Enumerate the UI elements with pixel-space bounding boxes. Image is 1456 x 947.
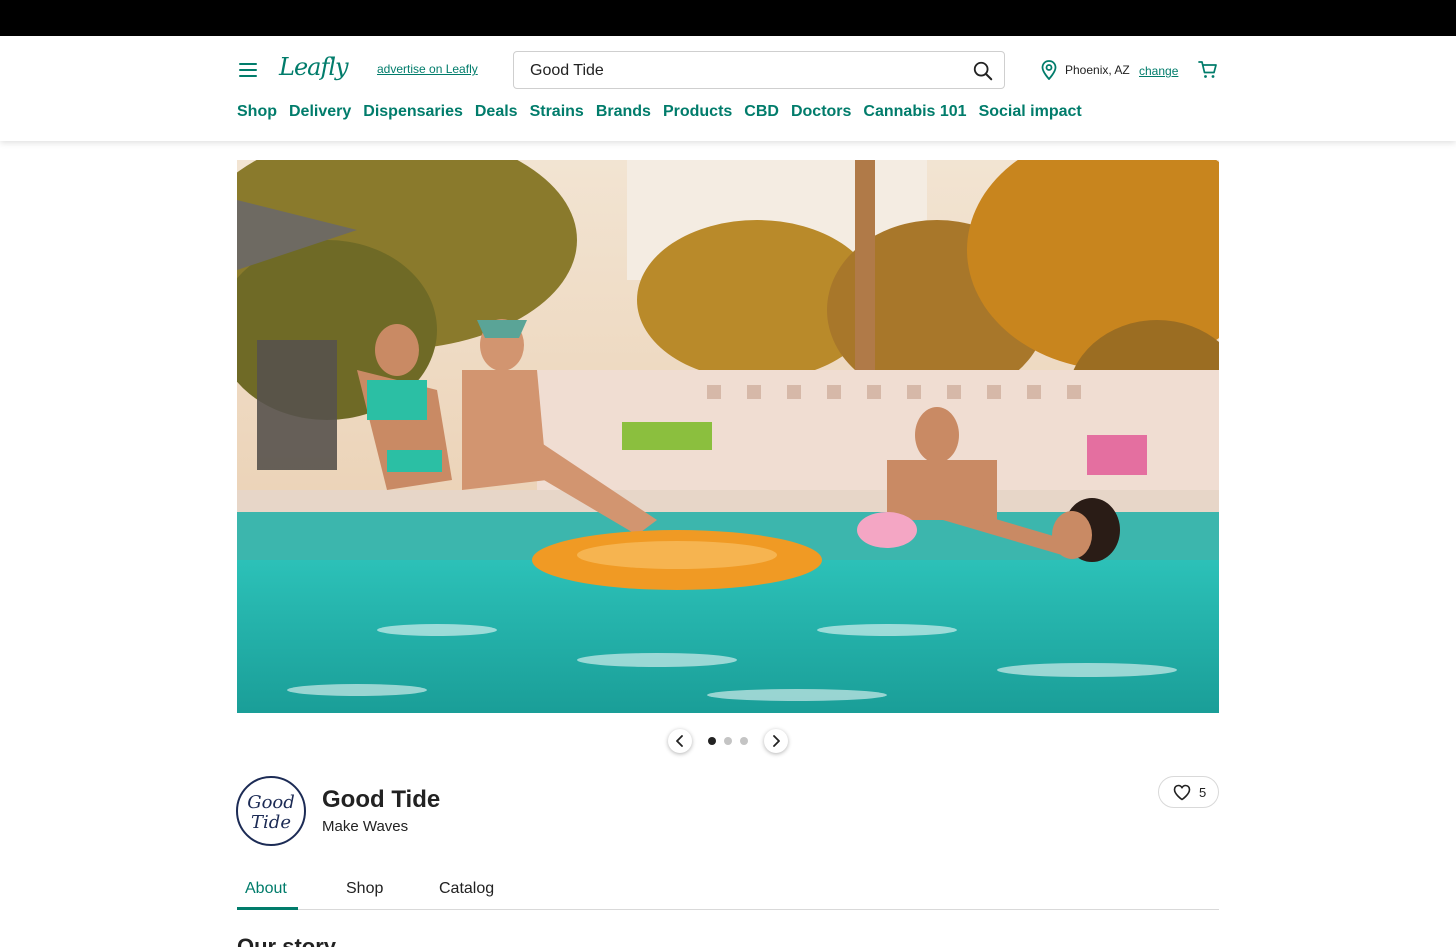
cart-icon[interactable]	[1198, 60, 1218, 80]
svg-text:Good: Good	[247, 792, 295, 813]
site-header: Leafly advertise on Leafly Phoenix, AZ c…	[0, 36, 1456, 141]
location-text: Phoenix, AZ	[1065, 63, 1130, 77]
hero-image	[237, 160, 1219, 713]
nav-item-cbd[interactable]: CBD	[744, 103, 779, 121]
svg-text:Tide: Tide	[251, 812, 291, 833]
tab-shop[interactable]: Shop	[346, 880, 383, 898]
favorite-button[interactable]: 5	[1158, 776, 1219, 808]
search-icon[interactable]	[972, 60, 994, 82]
active-tab-indicator	[237, 907, 298, 910]
search-bar	[513, 51, 1005, 89]
nav-item-shop[interactable]: Shop	[237, 103, 277, 121]
nav-item-social-impact[interactable]: Social impact	[979, 103, 1082, 121]
menu-icon[interactable]	[239, 63, 257, 77]
nav-item-deals[interactable]: Deals	[475, 103, 518, 121]
leafly-logo[interactable]: Leafly	[279, 53, 349, 81]
carousel-dot-1[interactable]	[708, 737, 716, 745]
section-heading: Our story	[237, 934, 337, 947]
brand-tagline: Make Waves	[322, 818, 409, 835]
chevron-left-icon	[676, 735, 683, 747]
tab-catalog[interactable]: Catalog	[439, 880, 494, 898]
heart-icon	[1173, 784, 1191, 801]
tab-about[interactable]: About	[245, 880, 287, 898]
location-pin-icon	[1041, 60, 1057, 80]
nav-item-strains[interactable]: Strains	[530, 103, 584, 121]
carousel-prev-button[interactable]	[668, 729, 692, 753]
nav-item-products[interactable]: Products	[663, 103, 732, 121]
brand-tabs: About Shop Catalog	[237, 871, 1219, 910]
brand-logo: Good Tide	[236, 776, 306, 846]
carousel-dot-2[interactable]	[724, 737, 732, 745]
search-input[interactable]	[530, 60, 950, 82]
main-nav: Shop Delivery Dispensaries Deals Strains…	[237, 103, 1082, 121]
nav-item-doctors[interactable]: Doctors	[791, 103, 851, 121]
top-black-bar	[0, 0, 1456, 36]
nav-item-delivery[interactable]: Delivery	[289, 103, 351, 121]
brand-name: Good Tide	[322, 786, 441, 813]
nav-item-cannabis-101[interactable]: Cannabis 101	[863, 103, 966, 121]
advertise-link[interactable]: advertise on Leafly	[377, 62, 478, 76]
chevron-right-icon	[773, 735, 780, 747]
change-location-link[interactable]: change	[1139, 64, 1178, 78]
nav-item-dispensaries[interactable]: Dispensaries	[363, 103, 463, 121]
favorite-count: 5	[1199, 785, 1207, 800]
nav-item-brands[interactable]: Brands	[596, 103, 651, 121]
carousel-dot-3[interactable]	[740, 737, 748, 745]
carousel-controls	[668, 729, 790, 753]
carousel-next-button[interactable]	[764, 729, 788, 753]
